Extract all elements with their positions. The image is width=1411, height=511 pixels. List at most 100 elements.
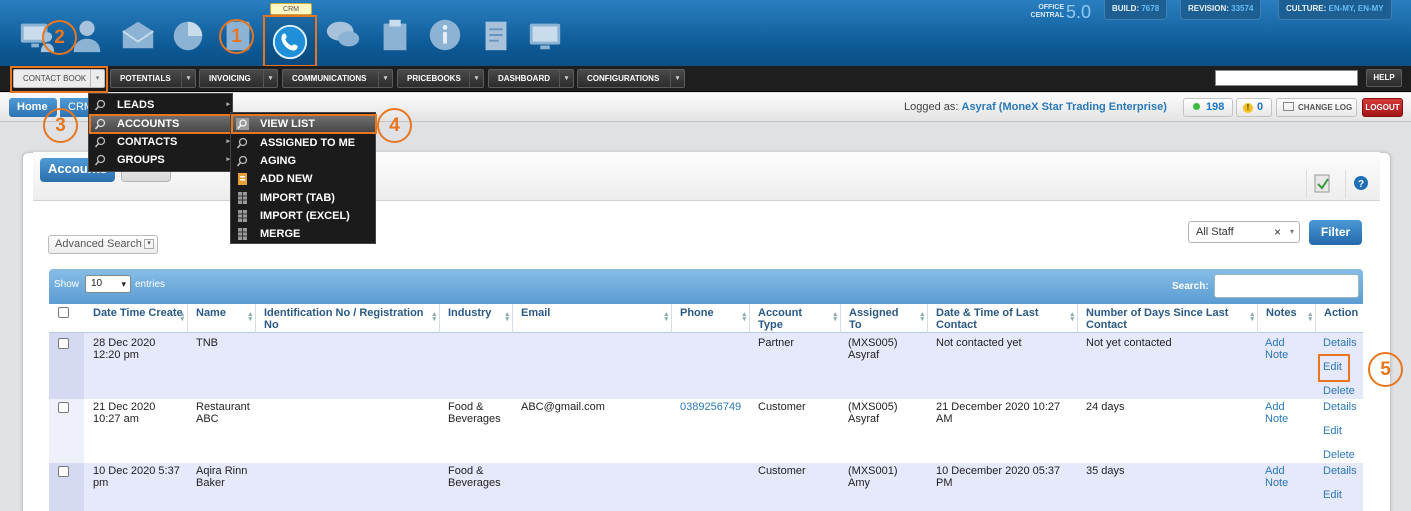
edit-link[interactable]: Edit (1323, 489, 1342, 501)
col-date-time-create[interactable]: Date Time Create ▴ ▾ (85, 304, 188, 333)
sort-icon: ▴ ▾ (742, 311, 746, 323)
details-link[interactable]: Details (1323, 337, 1357, 349)
add-note-link[interactable]: Add Note (1265, 465, 1288, 489)
brand-version: 5.0 (1066, 2, 1092, 22)
row-checkbox[interactable] (58, 402, 69, 413)
menu-item-label: ACCOUNTS (117, 118, 180, 130)
advanced-search-button[interactable]: Advanced Search ▾ (48, 235, 158, 254)
search-icon (236, 155, 249, 167)
warning-count: 0 (1257, 101, 1264, 113)
details-link[interactable]: Details (1323, 401, 1357, 413)
col-name[interactable]: Name ▴ ▾ (188, 304, 256, 333)
chevron-down-icon[interactable]: ▾ (559, 70, 573, 87)
edit-link[interactable]: Edit (1323, 425, 1342, 437)
menu-item-add-new[interactable]: ADD NEW (231, 170, 377, 188)
nav-pricebooks[interactable]: PRICEBOOKS ▾ (397, 69, 484, 88)
phone-icon[interactable] (270, 19, 310, 65)
col-assigned-to[interactable]: Assigned To ▴ ▾ (841, 304, 928, 333)
accounts-submenu: VIEW LIST ASSIGNED TO ME AGING ADD NEW I… (230, 112, 377, 244)
grid-icon (236, 228, 249, 240)
logout-button[interactable]: LOGOUT (1362, 98, 1403, 117)
nav-search-input[interactable] (1215, 70, 1358, 86)
col-notes[interactable]: Notes ▴ ▾ (1258, 304, 1316, 333)
sort-icon: ▴ ▾ (920, 311, 924, 323)
add-note-link[interactable]: Add Note (1265, 401, 1288, 425)
select-all-checkbox[interactable] (58, 307, 69, 318)
cell-days-since: 35 days (1086, 465, 1125, 477)
details-link[interactable]: Details (1323, 465, 1357, 477)
nav-communications[interactable]: COMMUNICATIONS ▾ (282, 69, 393, 88)
menu-item-contacts[interactable]: CONTACTS ▸ (89, 133, 234, 151)
sort-icon: ▴ ▾ (432, 311, 436, 323)
logged-user[interactable]: Asyraf (MoneX Star Trading Enterprise) (962, 101, 1167, 113)
chevron-down-icon[interactable]: ▾ (469, 70, 483, 87)
step-marker-1: 1 (219, 19, 254, 54)
cell-name: Aqira Rinn Baker (196, 465, 248, 489)
sort-icon: ▴ ▾ (833, 311, 837, 323)
change-log-button[interactable]: CHANGE LOG (1276, 98, 1357, 117)
online-count-button[interactable]: 198 (1183, 98, 1233, 117)
chevron-down-icon[interactable]: ▾ (181, 70, 195, 87)
nav-configurations[interactable]: CONFIGURATIONS ▾ (577, 69, 685, 88)
add-note-link[interactable]: Add Note (1265, 337, 1288, 361)
col-industry[interactable]: Industry ▴ ▾ (440, 304, 513, 333)
col-email[interactable]: Email ▴ ▾ (513, 304, 672, 333)
chevron-down-icon: ▾ (121, 279, 126, 289)
notepad-icon[interactable] (476, 12, 516, 58)
col-label: Notes (1266, 307, 1297, 319)
menu-item-assigned-to-me[interactable]: ASSIGNED TO ME (231, 134, 377, 152)
sort-icon: ▴ ▾ (664, 311, 668, 323)
help-button[interactable]: HELP (1366, 69, 1402, 87)
menu-item-import-tab[interactable]: IMPORT (TAB) (231, 189, 377, 207)
row-checkbox[interactable] (58, 466, 69, 477)
chevron-down-icon[interactable]: ▾ (378, 70, 392, 87)
nav-potentials[interactable]: POTENTIALS ▾ (110, 69, 196, 88)
cell-email: ABC@gmail.com (521, 401, 605, 413)
menu-item-label: AGING (260, 155, 297, 167)
change-log-label: CHANGE LOG (1298, 103, 1353, 112)
filter-button[interactable]: Filter (1309, 220, 1362, 245)
cell-phone[interactable]: 0389256749 (680, 401, 748, 413)
pie-chart-icon[interactable] (168, 12, 208, 58)
table-search-input[interactable] (1214, 274, 1359, 298)
col-phone[interactable]: Phone ▴ ▾ (672, 304, 750, 333)
col-last-contact[interactable]: Date & Time of Last Contact ▴ ▾ (928, 304, 1078, 333)
help-icon[interactable]: ? (1345, 170, 1375, 198)
menu-item-merge[interactable]: MERGE (231, 225, 377, 243)
cell-last-contact: 10 December 2020 05:37 PM (936, 465, 1061, 489)
delete-link[interactable]: Delete (1323, 449, 1355, 461)
entries-select[interactable]: 10 ▾ (85, 275, 131, 293)
col-identification[interactable]: Identification No / Registration No ▴ ▾ (256, 304, 440, 333)
clear-icon[interactable]: × (1274, 222, 1281, 242)
col-label: Account Type (758, 307, 802, 331)
col-label: Phone (680, 307, 714, 319)
svg-text:?: ? (1358, 179, 1364, 190)
menu-item-leads[interactable]: LEADS ▸ (89, 96, 234, 114)
nav-invoicing[interactable]: INVOICING ▾ (199, 69, 278, 88)
col-account-type[interactable]: Account Type ▴ ▾ (750, 304, 841, 333)
menu-item-aging[interactable]: AGING (231, 152, 377, 170)
search-icon (94, 118, 107, 130)
menu-item-groups[interactable]: GROUPS ▸ (89, 151, 234, 169)
mail-icon[interactable] (118, 12, 158, 58)
chat-icon[interactable] (323, 12, 363, 58)
row-checkbox[interactable] (58, 338, 69, 349)
menu-item-import-excel[interactable]: IMPORT (EXCEL) (231, 207, 377, 225)
nav-dashboard[interactable]: DASHBOARD ▾ (488, 69, 574, 88)
info-icon[interactable] (425, 12, 465, 58)
search-icon (236, 118, 249, 130)
chevron-down-icon[interactable]: ▾ (263, 70, 277, 87)
col-days-since[interactable]: Number of Days Since Last Contact ▴ ▾ (1078, 304, 1258, 333)
delete-link[interactable]: Delete (1323, 385, 1355, 397)
menu-item-accounts[interactable]: ACCOUNTS (89, 114, 234, 134)
document-icon[interactable] (375, 12, 415, 58)
highlight-frame (10, 66, 108, 93)
staff-filter-select[interactable]: All Staff × ▾ (1188, 221, 1300, 243)
cell-assigned: (MXS005) Asyraf (848, 337, 898, 361)
menu-item-view-list[interactable]: VIEW LIST (231, 114, 377, 134)
warning-count-button[interactable]: ! 0 (1236, 98, 1272, 117)
cell-date: 10 Dec 2020 5:37 pm (93, 465, 180, 489)
chevron-down-icon[interactable]: ▾ (670, 70, 684, 87)
monitor-icon[interactable] (525, 12, 565, 58)
export-icon[interactable] (1306, 170, 1334, 198)
